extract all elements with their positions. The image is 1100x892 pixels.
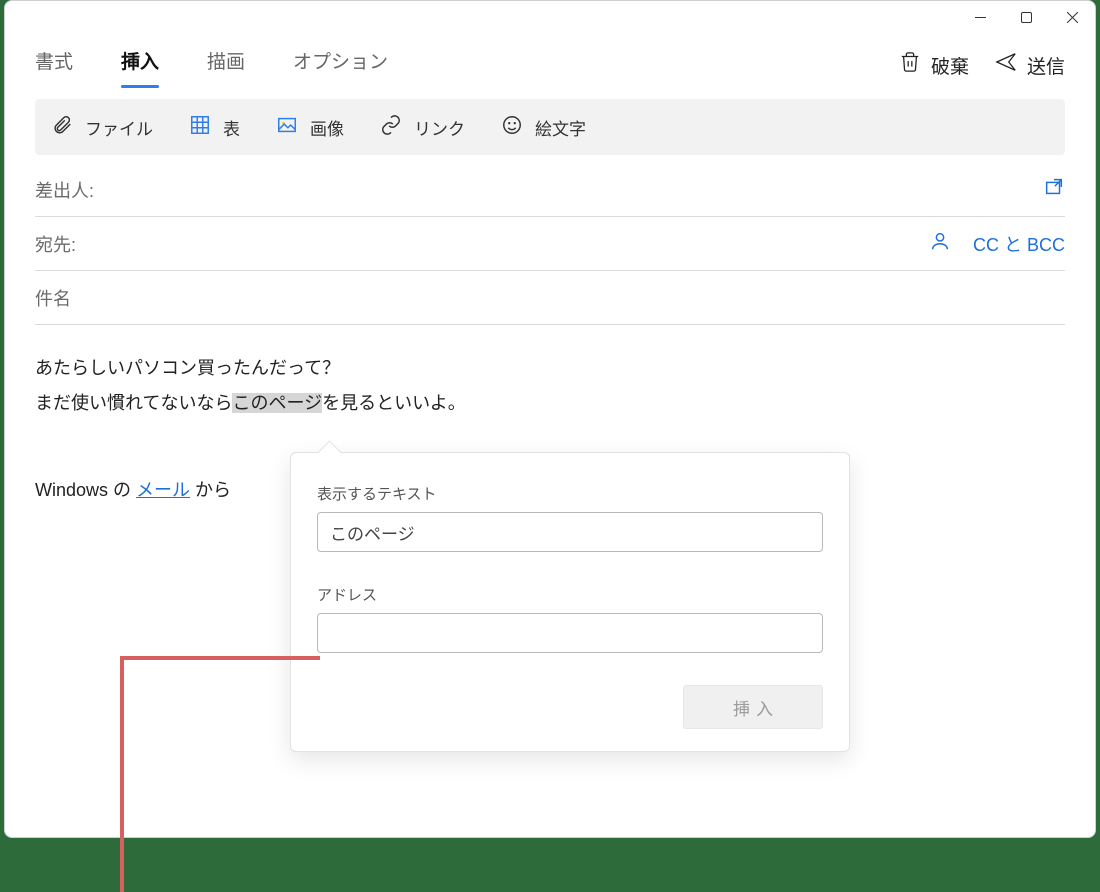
file-label: ファイル: [85, 115, 153, 140]
send-icon: [995, 51, 1017, 79]
table-label: 表: [223, 115, 240, 140]
paperclip-icon: [51, 114, 73, 141]
maximize-button[interactable]: [1003, 1, 1049, 33]
body-line-1: あたらしいパソコン買ったんだって？: [35, 351, 1065, 386]
insert-toolbar: ファイル 表 画像 リンク 絵文字: [35, 99, 1065, 155]
attach-file-button[interactable]: ファイル: [51, 114, 153, 141]
insert-image-button[interactable]: 画像: [276, 114, 344, 141]
address-label: アドレス: [317, 584, 823, 605]
link-label: リンク: [414, 115, 465, 140]
subject-row[interactable]: 件名: [35, 271, 1065, 325]
trash-icon: [899, 51, 921, 79]
minimize-button[interactable]: [957, 1, 1003, 33]
emoji-icon: [501, 114, 523, 141]
discard-label: 破棄: [931, 52, 969, 79]
close-window-button[interactable]: [1049, 1, 1095, 33]
display-text-label: 表示するテキスト: [317, 483, 823, 504]
emoji-label: 絵文字: [535, 115, 586, 140]
insert-emoji-button[interactable]: 絵文字: [501, 114, 586, 141]
window-titlebar: [5, 1, 1095, 33]
insert-table-button[interactable]: 表: [189, 114, 240, 141]
insert-link-popover: 表示するテキスト アドレス 挿入: [290, 452, 850, 752]
mail-link[interactable]: メール: [136, 480, 190, 500]
display-text-input[interactable]: [317, 512, 823, 552]
tab-insert[interactable]: 挿入: [121, 47, 159, 84]
image-icon: [276, 114, 298, 141]
address-input[interactable]: [317, 613, 823, 653]
tab-format[interactable]: 書式: [35, 47, 73, 84]
body-line-2: まだ使い慣れてないならこのページを見るといいよ。: [35, 386, 1065, 421]
insert-link-button[interactable]: リンク: [380, 114, 465, 141]
selected-text: このページ: [232, 393, 322, 413]
subject-label: 件名: [35, 285, 71, 311]
insert-link-submit-button[interactable]: 挿入: [683, 685, 823, 729]
send-label: 送信: [1027, 52, 1065, 79]
link-icon: [380, 114, 402, 141]
to-row[interactable]: 宛先: CC と BCC: [35, 217, 1065, 271]
cc-bcc-link[interactable]: CC と BCC: [973, 231, 1065, 257]
table-icon: [189, 114, 211, 141]
to-label: 宛先:: [35, 231, 76, 257]
open-window-icon[interactable]: [1043, 176, 1065, 203]
send-button[interactable]: 送信: [995, 51, 1065, 79]
image-label: 画像: [310, 115, 344, 140]
tab-draw[interactable]: 描画: [207, 47, 245, 84]
tab-options[interactable]: オプション: [293, 47, 388, 84]
ribbon-tabs: 書式 挿入 描画 オプション: [35, 47, 899, 84]
ribbon-tabs-row: 書式 挿入 描画 オプション 破棄 送信: [5, 33, 1095, 89]
header-fields: 差出人: 宛先: CC と BCC 件名: [5, 155, 1095, 325]
compose-actions: 破棄 送信: [899, 51, 1065, 79]
from-row: 差出人:: [35, 163, 1065, 217]
contacts-icon[interactable]: [929, 230, 951, 257]
from-label: 差出人:: [35, 177, 94, 203]
discard-button[interactable]: 破棄: [899, 51, 969, 79]
